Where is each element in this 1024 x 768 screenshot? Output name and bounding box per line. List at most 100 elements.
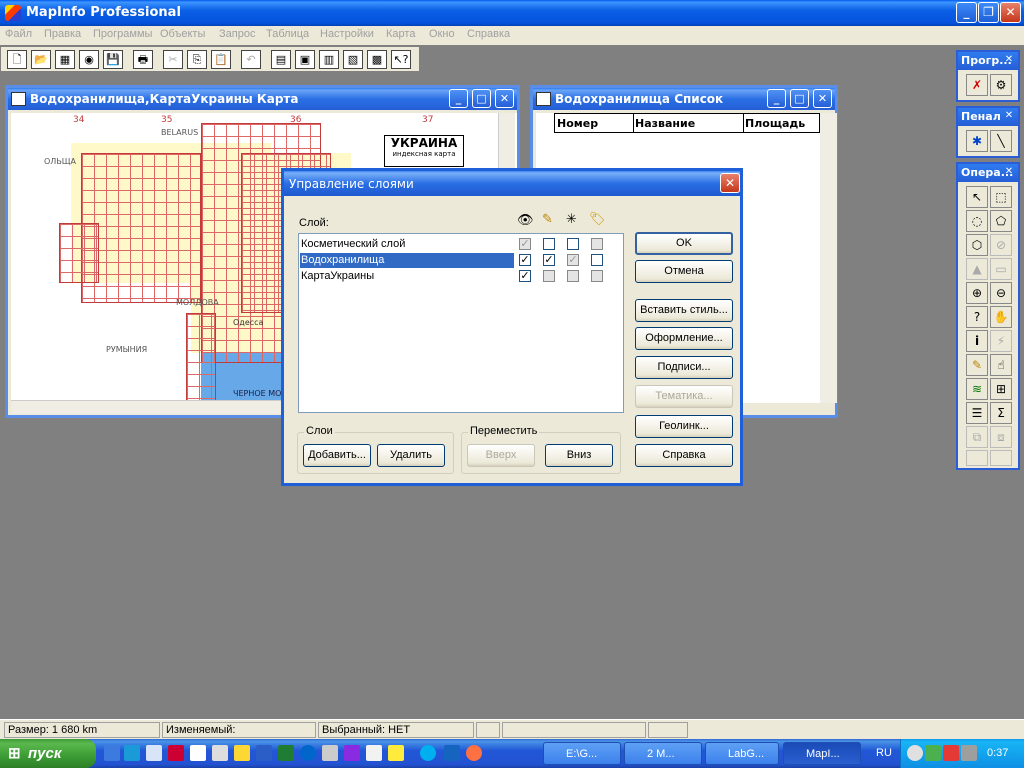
minimize-button[interactable]: _ [956,2,977,23]
layer-list[interactable]: Косметический слой ✓ Водохранилища ✓ ✓ ✓… [298,233,624,413]
close-button[interactable]: ✕ [1000,2,1021,23]
tray-expand-icon[interactable] [907,745,923,761]
show-legend-icon[interactable]: ☰ [966,402,988,424]
select-arrow-icon[interactable]: ↖ [966,186,988,208]
radius-select-icon[interactable]: ◌ [966,210,988,232]
task-explorer[interactable]: E:\G... [543,742,621,765]
menu-help[interactable]: Справка [467,28,510,40]
statistics-icon[interactable]: Σ [990,402,1012,424]
open-workspace-icon[interactable]: ◉ [79,50,99,69]
ukraine-editable-checkbox[interactable] [543,270,555,282]
unselect-icon[interactable]: ⊘ [990,234,1012,256]
layer-control-icon[interactable]: ≋ [966,378,988,400]
graph-select-icon[interactable]: ▲ [966,258,988,280]
menu-map[interactable]: Карта [386,28,415,40]
cancel-button[interactable]: Отмена [635,260,733,283]
menu-file[interactable]: Файл [5,28,32,40]
browser-maximize-button[interactable]: □ [790,89,809,108]
reservoirs-labels-checkbox[interactable] [591,254,603,266]
menu-window[interactable]: Окно [429,28,455,40]
menu-options[interactable]: Настройки [320,28,374,40]
insert-style-button[interactable]: Вставить стиль... [635,299,733,322]
undo-icon[interactable]: ↶ [241,50,261,69]
app-quicklaunch-icon[interactable] [344,745,360,761]
move-up-button[interactable]: Вверх [467,444,535,467]
status-editable[interactable]: Изменяемый: Водохранилищ [162,722,316,750]
app-quicklaunch-icon[interactable] [190,745,206,761]
symbol-tool-icon[interactable]: ✱ [966,130,988,152]
app-quicklaunch-icon[interactable] [388,745,404,761]
cosmetic-editable-checkbox[interactable] [543,238,555,250]
ok-button[interactable]: OK [635,232,733,255]
boundary-select-icon[interactable]: ⬡ [966,234,988,256]
new-browser-icon[interactable]: ▤ [271,50,291,69]
explorer-icon[interactable] [146,745,162,761]
cut-icon[interactable]: ✂ [163,50,183,69]
language-indicator[interactable]: RU [876,747,892,759]
grabber-hand-icon[interactable]: ✋ [990,306,1012,328]
word-icon[interactable] [256,745,272,761]
hotlink-icon[interactable]: ⚡ [990,330,1012,352]
skype-icon[interactable] [420,745,436,761]
status-selected[interactable]: Выбранный: НЕТ [318,722,474,738]
open-table-icon[interactable]: ▦ [55,50,75,69]
layer-row-cosmetic[interactable]: Косметический слой [300,237,514,252]
tray-icon[interactable] [943,745,959,761]
menu-query[interactable]: Запрос [219,28,255,40]
new-mapper-icon[interactable]: ▣ [295,50,315,69]
reservoirs-editable-checkbox[interactable]: ✓ [543,254,555,266]
polygon-select-icon[interactable]: ⬠ [990,210,1012,232]
marquee-select-icon[interactable]: ⬚ [990,186,1012,208]
geolink-button[interactable]: Геолинк... [635,415,733,438]
palette-close-icon[interactable]: ✕ [1002,109,1016,123]
run-program-icon[interactable]: ✗ [966,74,988,96]
info-tool-icon[interactable]: i [966,330,988,352]
zoom-out-icon[interactable]: ⊖ [990,282,1012,304]
excel-icon[interactable] [278,745,294,761]
menu-table[interactable]: Таблица [266,28,309,40]
dialog-close-button[interactable]: ✕ [720,173,740,193]
set-target-icon[interactable]: ⧉ [966,426,988,448]
menu-edit[interactable]: Правка [44,28,81,40]
ukraine-visible-checkbox[interactable]: ✓ [519,270,531,282]
map-close-button[interactable]: ✕ [495,89,514,108]
app-quicklaunch-icon[interactable] [366,745,382,761]
ukraine-selectable-checkbox[interactable] [567,270,579,282]
task-pdf[interactable]: LabG... [705,742,779,765]
clip-region-icon[interactable]: ⧈ [990,426,1012,448]
cosmetic-selectable-checkbox[interactable] [567,238,579,250]
map-maximize-button[interactable]: □ [472,89,491,108]
media-player-icon[interactable] [300,745,316,761]
move-down-button[interactable]: Вниз [545,444,613,467]
clip-toggle-icon[interactable] [990,450,1012,466]
cosmetic-visible-checkbox[interactable]: ✓ [519,238,531,250]
new-icon[interactable]: 🗋 [7,50,27,69]
palette-close-icon[interactable]: ✕ [1002,165,1016,179]
layer-row-reservoirs[interactable]: Водохранилища [300,253,514,268]
reservoirs-visible-checkbox[interactable]: ✓ [519,254,531,266]
tray-icon[interactable] [925,745,941,761]
ruler-icon[interactable]: ⊞ [990,378,1012,400]
copy-icon[interactable]: ⎘ [187,50,207,69]
volume-icon[interactable] [961,745,977,761]
browser-vertical-scrollbar[interactable] [820,113,837,403]
show-desktop-icon[interactable] [104,745,120,761]
zoom-in-icon[interactable]: ⊕ [966,282,988,304]
clock[interactable]: 0:37 [987,747,1008,759]
remove-layer-button[interactable]: Удалить [377,444,445,467]
start-button[interactable]: ⊞ пуск [0,739,96,768]
display-button[interactable]: Оформление... [635,327,733,350]
drag-map-icon[interactable]: ☝ [990,354,1012,376]
save-icon[interactable]: 💾 [103,50,123,69]
add-layer-button[interactable]: Добавить... [303,444,371,467]
app-quicklaunch-icon[interactable] [322,745,338,761]
ie-icon[interactable] [124,745,140,761]
new-layout-icon[interactable]: ▧ [343,50,363,69]
change-view-icon[interactable]: ? [966,306,988,328]
restore-button[interactable]: ❐ [978,2,999,23]
task-word[interactable]: 2 M... [624,742,702,765]
print-icon[interactable]: 🖶 [133,50,153,69]
layout-select-icon[interactable]: ▭ [990,258,1012,280]
column-name[interactable]: Название [635,117,695,130]
app-quicklaunch-icon[interactable] [212,745,228,761]
